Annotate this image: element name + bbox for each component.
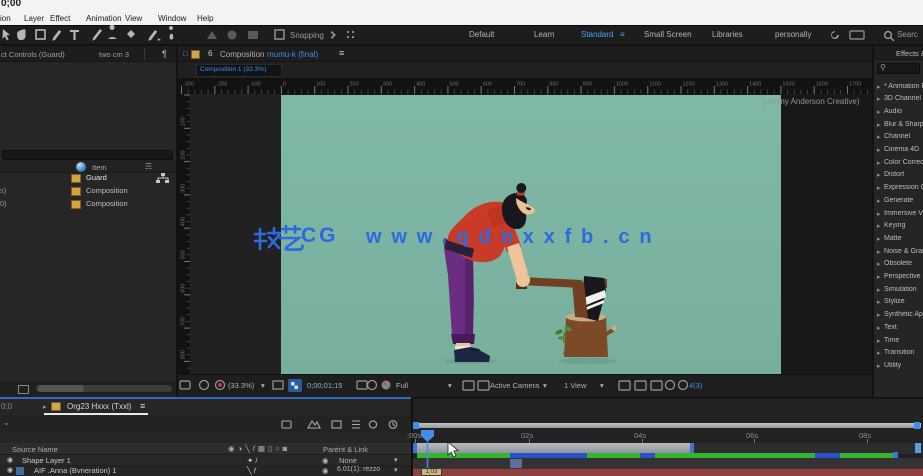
svg-text:500: 500 [449, 82, 458, 88]
svg-text:800: 800 [181, 350, 187, 359]
svg-text:400: 400 [181, 217, 187, 226]
svg-text:1700: 1700 [849, 82, 861, 88]
svg-text:300: 300 [383, 82, 392, 88]
svg-text:1500: 1500 [782, 82, 794, 88]
svg-text:1300: 1300 [716, 82, 728, 88]
svg-text:600: 600 [483, 82, 492, 88]
svg-text:1400: 1400 [749, 82, 761, 88]
svg-text:1600: 1600 [816, 82, 828, 88]
svg-text:200: 200 [181, 150, 187, 159]
svg-text:800: 800 [549, 82, 558, 88]
svg-text:500: 500 [181, 250, 187, 259]
svg-text:700: 700 [181, 317, 187, 326]
svg-text:1100: 1100 [649, 82, 661, 88]
svg-text:Snapping: Snapping [290, 31, 324, 40]
svg-text:600: 600 [181, 284, 187, 293]
svg-text:1200: 1200 [683, 82, 695, 88]
svg-text:700: 700 [516, 82, 525, 88]
svg-text:400: 400 [416, 82, 425, 88]
svg-text:-100: -100 [250, 82, 261, 88]
svg-text:100: 100 [316, 82, 325, 88]
svg-text:100: 100 [181, 117, 187, 126]
svg-text:0: 0 [283, 82, 286, 88]
svg-text:900: 900 [583, 82, 592, 88]
svg-text:-300: -300 [183, 82, 194, 88]
svg-text:-200: -200 [216, 82, 227, 88]
svg-text:1000: 1000 [616, 82, 628, 88]
svg-text:300: 300 [181, 184, 187, 193]
svg-text:200: 200 [350, 82, 359, 88]
